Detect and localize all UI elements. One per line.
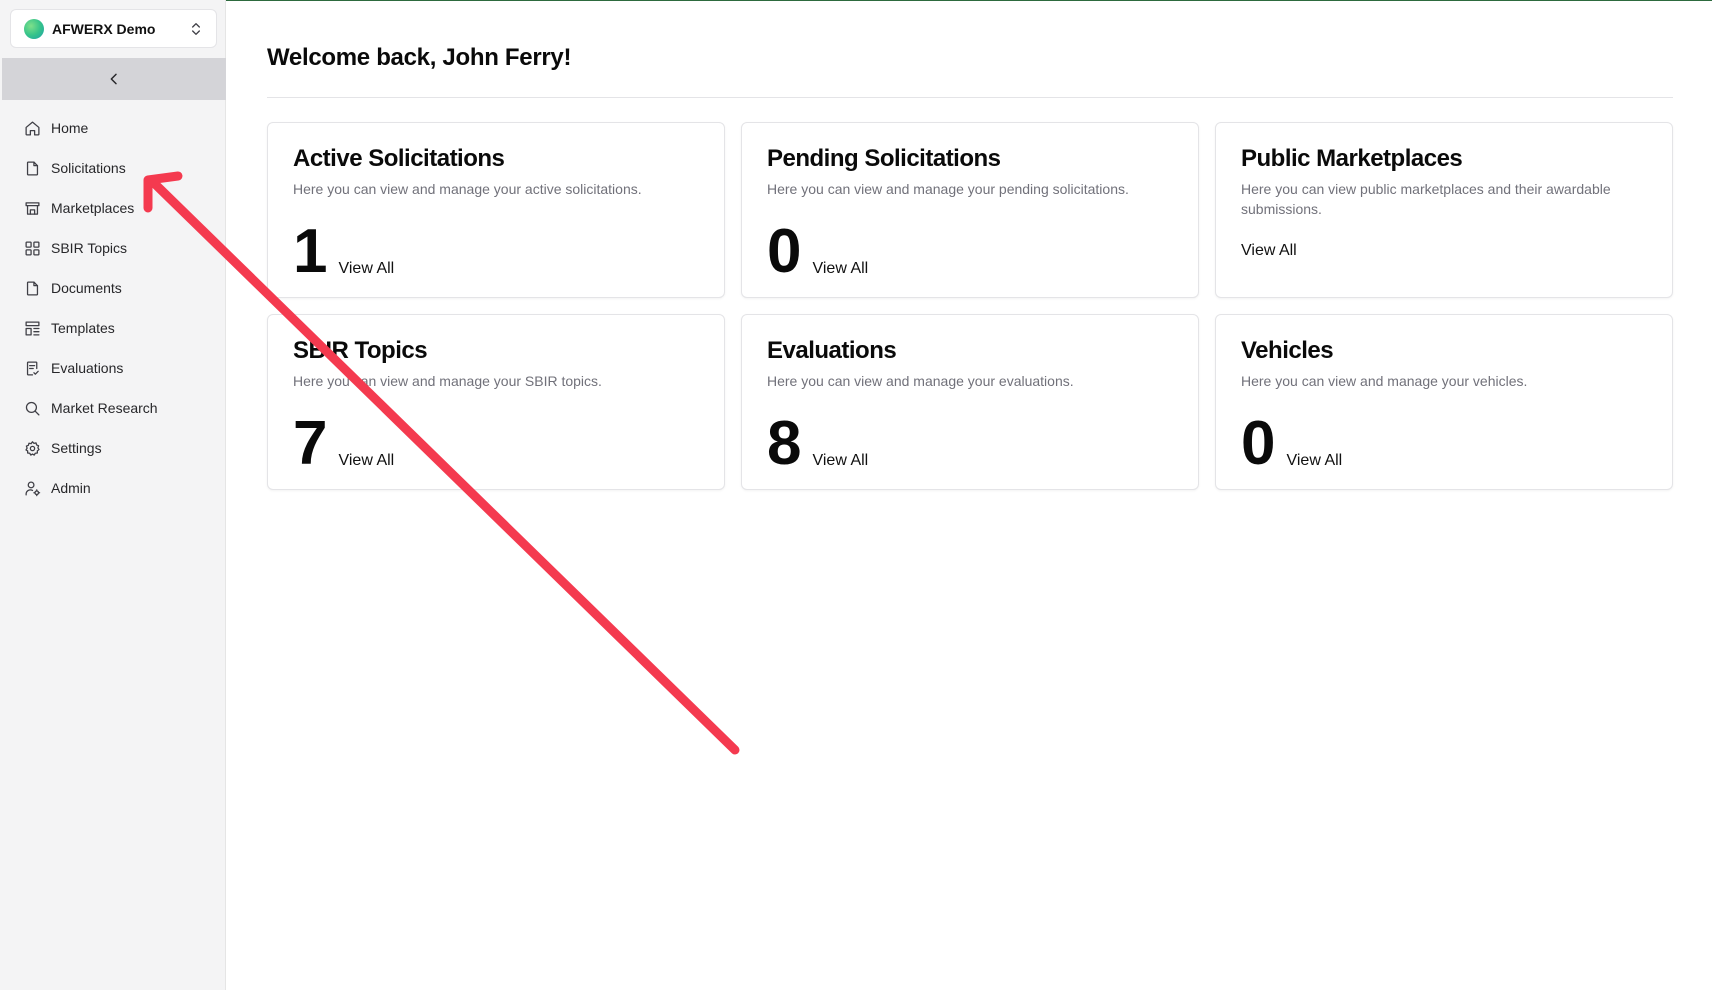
sidebar-item-admin[interactable]: Admin [0,468,226,508]
sidebar-item-marketplaces[interactable]: Marketplaces [0,188,226,228]
sidebar-item-evaluations[interactable]: Evaluations [0,348,226,388]
view-all-link[interactable]: View All [1241,242,1297,260]
chevron-up-down-icon [192,22,200,35]
card-active-solicitations: Active Solicitations Here you can view a… [267,122,725,298]
card-title: SBIR Topics [293,337,428,364]
gear-icon [25,440,40,456]
card-evaluations: Evaluations Here you can view and manage… [741,314,1199,490]
view-all-link[interactable]: View All [1286,452,1342,470]
card-title: Active Solicitations [293,145,505,172]
card-footer: 1 View All [293,217,394,286]
store-icon [25,201,40,215]
card-description: Here you can view and manage your active… [293,181,642,197]
home-icon [25,120,40,136]
sidebar-item-label: Documents [51,280,122,296]
card-count: 0 [767,217,801,286]
card-footer: 0 View All [767,217,868,286]
sidebar-item-label: Evaluations [51,360,124,376]
grid-icon [25,240,40,256]
sidebar-nav: Home Solicitations Marketplaces SBIR Top… [0,108,226,508]
view-all-link[interactable]: View All [338,452,394,470]
collapse-sidebar-button[interactable] [2,58,226,100]
sidebar-item-label: Admin [51,480,91,496]
sidebar: AFWERX Demo Home Solicitations Marketpla… [0,0,226,990]
card-count: 0 [1241,409,1275,478]
search-icon [25,401,40,416]
sidebar-item-label: Home [51,120,89,136]
card-footer: 7 View All [293,409,394,478]
card-description: Here you can view public marketplaces an… [1241,181,1611,217]
card-title: Pending Solicitations [767,145,1001,172]
sidebar-item-documents[interactable]: Documents [0,268,226,308]
sidebar-item-label: Marketplaces [51,200,135,216]
card-sbir-topics: SBIR Topics Here you can view and manage… [267,314,725,490]
sidebar-item-label: Solicitations [51,160,126,176]
document-icon [26,280,39,296]
card-vehicles: Vehicles Here you can view and manage yo… [1215,314,1673,490]
sidebar-item-sbir-topics[interactable]: SBIR Topics [0,228,226,268]
card-title: Evaluations [767,337,897,364]
org-avatar [24,18,44,39]
card-count: 7 [293,409,327,478]
org-name: AFWERX Demo [52,20,156,37]
card-description: Here you can view and manage your evalua… [767,373,1074,389]
card-description: Here you can view and manage your pendin… [767,181,1129,197]
sidebar-item-settings[interactable]: Settings [0,428,226,468]
org-switcher[interactable]: AFWERX Demo [10,9,217,48]
card-count: 8 [767,409,801,478]
sidebar-item-market-research[interactable]: Market Research [0,388,226,428]
sidebar-item-label: Templates [51,320,115,336]
sidebar-item-home[interactable]: Home [0,108,226,148]
card-description: Here you can view and manage your SBIR t… [293,373,602,389]
document-icon [26,160,39,176]
card-footer: View All [1241,242,1297,263]
header-divider [267,97,1673,98]
user-gear-icon [25,480,41,496]
view-all-link[interactable]: View All [338,260,394,278]
page-title: Welcome back, John Ferry! [267,44,572,71]
app-root: AFWERX Demo Home Solicitations Marketpla… [0,0,1712,990]
card-description: Here you can view and manage your vehicl… [1241,373,1528,389]
sidebar-item-label: Market Research [51,400,158,416]
card-pending-solicitations: Pending Solicitations Here you can view … [741,122,1199,298]
template-icon [25,320,40,336]
card-title: Public Marketplaces [1241,145,1463,172]
sidebar-item-solicitations[interactable]: Solicitations [0,148,226,188]
chevron-left-icon [110,73,117,85]
card-footer: 0 View All [1241,409,1342,478]
sidebar-item-label: SBIR Topics [51,240,127,256]
card-title: Vehicles [1241,337,1334,364]
view-all-link[interactable]: View All [812,452,868,470]
sidebar-item-label: Settings [51,440,102,456]
card-footer: 8 View All [767,409,868,478]
clipboard-check-icon [26,360,39,376]
sidebar-item-templates[interactable]: Templates [0,308,226,348]
card-public-marketplaces: Public Marketplaces Here you can view pu… [1215,122,1673,298]
card-count: 1 [293,217,327,286]
view-all-link[interactable]: View All [812,260,868,278]
